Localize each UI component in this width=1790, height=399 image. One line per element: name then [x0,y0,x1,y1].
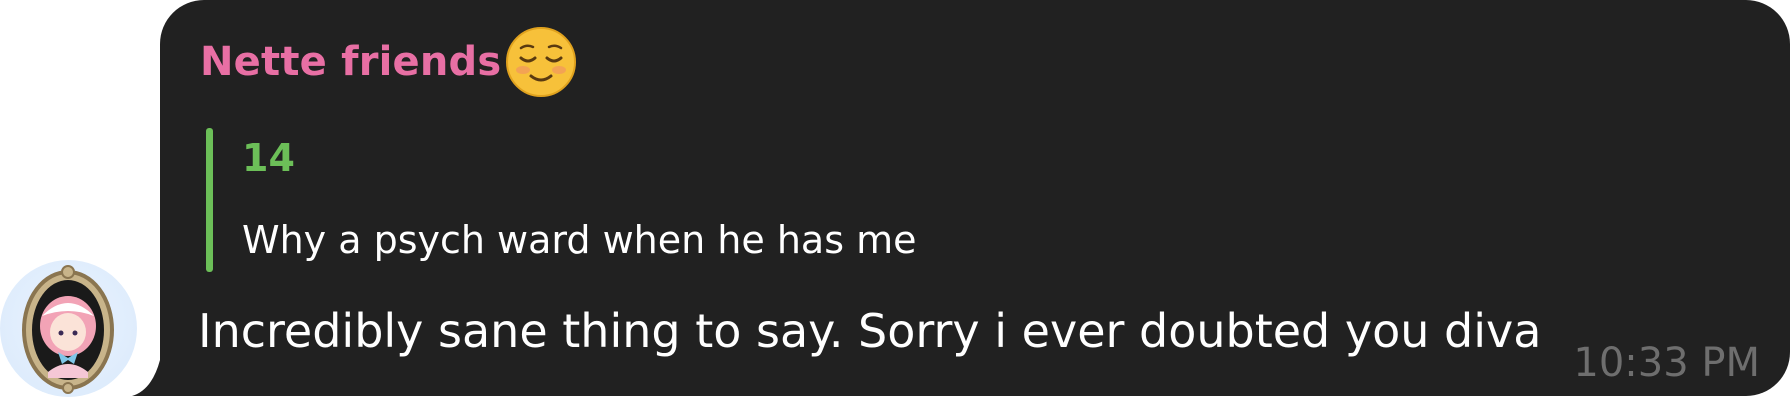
message-bubble[interactable]: Nette friends 14 Why a psych ward when h… [160,0,1790,396]
reply-text: Why a psych ward when he has me [242,218,917,262]
reply-accent-bar [206,128,213,272]
message-text: Incredibly sane thing to say. Sorry i ev… [198,304,1542,358]
reply-quote[interactable]: 14 Why a psych ward when he has me [206,128,1106,272]
sender-name[interactable]: Nette friends [200,39,501,85]
sender-avatar[interactable] [0,260,137,397]
message-timestamp: 10:33 PM [1573,340,1760,386]
reply-author: 14 [242,136,295,180]
avatar-image [22,265,114,394]
sender-name-row[interactable]: Nette friends [200,27,579,97]
relieved-face-emoji-icon [503,24,579,100]
chat-area: Nette friends 14 Why a psych ward when h… [0,0,1790,399]
